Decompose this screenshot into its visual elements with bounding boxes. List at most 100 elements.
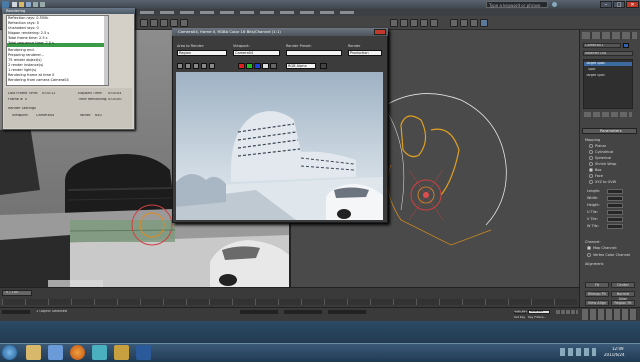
green-channel-toggle[interactable] (246, 63, 253, 69)
log-line: Rendering from camera Camera04 (8, 78, 69, 82)
option-label: XYZ to UVW (595, 180, 617, 184)
modifier-list-dropdown[interactable]: Modifier List (583, 51, 633, 56)
key-filters-label: Key Filters... (528, 316, 547, 319)
snap-icon[interactable] (390, 19, 398, 27)
print-icon[interactable] (201, 63, 207, 69)
v-tile-spinner[interactable] (607, 217, 623, 222)
log-scrollbar[interactable] (104, 16, 108, 85)
frame-close-button[interactable] (374, 29, 386, 35)
region-fit-button[interactable]: Region Fit (611, 300, 635, 306)
photoshop-icon[interactable] (136, 345, 151, 360)
radio-face[interactable] (589, 174, 593, 178)
production-dropdown[interactable]: Production (348, 50, 382, 56)
angle-snap-icon[interactable] (400, 19, 408, 27)
set-key-label: Set Key (514, 316, 526, 319)
scale-icon[interactable] (180, 19, 188, 27)
search-input[interactable]: Type a keyword or phrase (486, 1, 548, 8)
radio-cylindrical[interactable] (589, 150, 593, 154)
command-panel-tabs[interactable] (582, 32, 637, 39)
option-label: Spherical (595, 156, 612, 160)
blue-channel-toggle[interactable] (254, 63, 261, 69)
object-color-swatch[interactable] (623, 43, 629, 48)
log-line: Reflection rays: 0.550k (8, 16, 49, 20)
explorer-icon[interactable] (26, 345, 41, 360)
radio-vertex-color[interactable] (587, 253, 591, 257)
log-line: Unshaded rays: 0 (8, 26, 39, 30)
selection-status: 1 Object Selected (36, 310, 68, 313)
radio-spherical[interactable] (589, 156, 593, 160)
map-channel-label: Map Channel: (593, 246, 618, 250)
menu-strip[interactable] (140, 11, 360, 14)
detail-label: Time Remaining: (78, 98, 108, 101)
tray-icons[interactable] (560, 348, 596, 356)
viewport-dropdown[interactable]: Camera04 (233, 50, 280, 56)
copy-image-icon[interactable] (185, 63, 191, 69)
radio-map-channel[interactable] (587, 246, 591, 250)
channel-display-dropdown[interactable]: RGB Alpha (286, 63, 316, 69)
layer-icon[interactable] (430, 19, 438, 27)
start-button-icon[interactable] (2, 345, 17, 360)
dim-label: Height: (587, 203, 600, 207)
close-button[interactable]: ✕ (626, 1, 639, 8)
maxscript-listener[interactable] (2, 310, 30, 314)
material-editor-icon[interactable] (450, 19, 458, 27)
new-icon[interactable] (12, 2, 17, 7)
object-name-field[interactable]: Camera01 (583, 43, 621, 48)
radio-shrink-wrap[interactable] (589, 162, 593, 166)
w-tile-spinner[interactable] (607, 224, 623, 229)
folder-icon[interactable] (114, 345, 129, 360)
clear-icon[interactable] (209, 63, 215, 69)
app-logo-icon[interactable] (2, 1, 9, 8)
minimize-button[interactable]: – (600, 1, 612, 8)
3dsmax-icon[interactable] (92, 345, 107, 360)
radio-box[interactable] (589, 168, 593, 172)
media-player-icon[interactable] (48, 345, 63, 360)
render-production-icon[interactable] (480, 19, 488, 27)
stack-item-label[interactable]: Target Spot (586, 74, 605, 77)
width-spinner[interactable] (607, 196, 623, 201)
center-button[interactable]: Center (611, 282, 635, 288)
select-by-name-icon[interactable] (150, 19, 158, 27)
save-icon[interactable] (26, 2, 31, 7)
fit-button[interactable]: Fit (585, 282, 609, 288)
stack-item-label[interactable]: Spot (588, 68, 596, 71)
navigation-controls[interactable] (582, 309, 637, 320)
red-channel-toggle[interactable] (238, 63, 245, 69)
save-image-icon[interactable] (177, 63, 183, 69)
mirror-icon[interactable] (410, 19, 418, 27)
area-to-render-dropdown[interactable]: Region (177, 50, 227, 56)
help-icon[interactable] (552, 2, 557, 7)
stack-tools[interactable] (584, 112, 632, 117)
firefox-icon[interactable] (70, 345, 85, 360)
radio-xyz-to-uvw[interactable] (589, 180, 593, 184)
detail-label: Width: (80, 114, 92, 117)
rotate-icon[interactable] (170, 19, 178, 27)
redo-icon[interactable] (40, 2, 45, 7)
bitmap-fit-button[interactable]: Bitmap Fit (585, 291, 609, 297)
length-spinner[interactable] (607, 189, 623, 194)
undo-icon[interactable] (33, 2, 38, 7)
frame-color-swatch[interactable] (320, 63, 327, 69)
move-icon[interactable] (160, 19, 168, 27)
playback-controls[interactable] (556, 310, 578, 314)
alpha-channel-toggle[interactable] (262, 63, 269, 69)
coordinate-fields[interactable] (240, 310, 370, 314)
normal-align-button[interactable]: Normal Align (611, 291, 635, 301)
monochrome-toggle[interactable] (270, 63, 277, 69)
rendered-frame-icon[interactable] (470, 19, 478, 27)
time-slider[interactable]: 0 / 100 (0, 287, 579, 307)
clock-time: 12:09 (612, 347, 624, 351)
maximize-button[interactable]: □ (613, 1, 625, 8)
dim-label: W Tile: (587, 224, 599, 228)
align-icon[interactable] (420, 19, 428, 27)
view-align-button[interactable]: View Align (585, 300, 609, 306)
u-tile-spinner[interactable] (607, 210, 623, 215)
open-icon[interactable] (19, 2, 24, 7)
clone-window-icon[interactable] (193, 63, 199, 69)
track-bar[interactable] (2, 299, 577, 305)
height-spinner[interactable] (607, 203, 623, 208)
select-icon[interactable] (140, 19, 148, 27)
render-preset-dropdown[interactable] (286, 50, 342, 56)
radio-planar[interactable] (589, 144, 593, 148)
render-setup-icon[interactable] (460, 19, 468, 27)
